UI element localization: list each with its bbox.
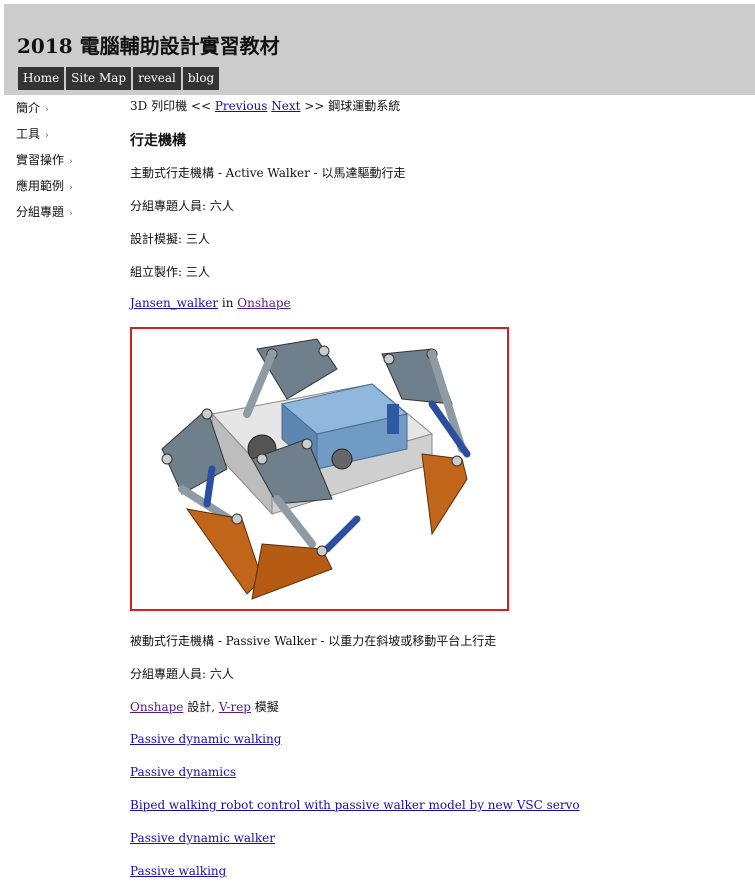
vrep-link[interactable]: V-rep: [219, 700, 251, 714]
sidebar-item-examples[interactable]: 應用範例 ›: [16, 176, 73, 202]
link-passive-dynamics[interactable]: Passive dynamics: [130, 765, 236, 779]
jansen-walker-image: [130, 327, 509, 611]
submenu-arrow-icon: ›: [69, 183, 73, 193]
design-text: 設計模擬: 三人: [130, 232, 210, 246]
breadcrumb: 3D 列印機 << Previous Next >> 鋼球運動系統: [130, 97, 400, 114]
next-link[interactable]: Next: [271, 99, 300, 113]
members-text-2: 分組專題人員: 六人: [130, 667, 234, 681]
onshape-link[interactable]: Onshape: [237, 296, 290, 310]
nav-home-button[interactable]: Home: [18, 67, 65, 90]
sidebar-item-intro[interactable]: 簡介 ›: [16, 98, 73, 124]
in-text: in: [218, 296, 238, 310]
design-label: 設計,: [183, 700, 219, 714]
walker-3d-illustration: [161, 338, 471, 600]
breadcrumb-suffix: >> 鋼球運動系統: [304, 99, 401, 113]
sidebar-menu: 簡介 › 工具 › 實習操作 › 應用範例 › 分組專題 ›: [16, 98, 73, 228]
page-heading: 行走機構: [130, 133, 186, 149]
top-nav: Home Site Map reveal blog: [18, 67, 220, 90]
active-walker-desc: 主動式行走機構 - Active Walker - 以馬達驅動行走: [130, 166, 406, 180]
members-text: 分組專題人員: 六人: [130, 199, 234, 213]
onshape-link-2[interactable]: Onshape: [130, 700, 183, 714]
simulation-label: 模擬: [250, 700, 279, 714]
sidebar-item-projects[interactable]: 分組專題 ›: [16, 202, 73, 228]
sidebar-item-label: 簡介: [16, 101, 41, 115]
jansen-line: Jansen_walker in Onshape: [130, 296, 291, 310]
sidebar-item-label: 工具: [16, 127, 41, 141]
site-title: 2018 電腦輔助設計實習教材: [17, 34, 280, 58]
link-passive-walking[interactable]: Passive walking: [130, 864, 226, 878]
nav-blog-button[interactable]: blog: [182, 67, 220, 90]
previous-link[interactable]: Previous: [215, 99, 268, 113]
nav-sitemap-button[interactable]: Site Map: [66, 67, 132, 90]
sidebar-item-tools[interactable]: 工具 ›: [16, 124, 73, 150]
assembly-text: 組立製作: 三人: [130, 265, 210, 279]
submenu-arrow-icon: ›: [45, 131, 49, 141]
link-passive-dynamic-walking[interactable]: Passive dynamic walking: [130, 732, 281, 746]
breadcrumb-prefix: 3D 列印機 <<: [130, 99, 211, 113]
link-passive-dynamic-walker[interactable]: Passive dynamic walker: [130, 831, 275, 845]
sidebar-item-practice[interactable]: 實習操作 ›: [16, 150, 73, 176]
submenu-arrow-icon: ›: [69, 209, 73, 219]
tools-line: Onshape 設計, V-rep 模擬: [130, 698, 279, 715]
jansen-walker-link[interactable]: Jansen_walker: [130, 296, 218, 310]
header-bar: 2018 電腦輔助設計實習教材 Home Site Map reveal blo…: [4, 4, 755, 95]
sidebar-item-label: 實習操作: [16, 153, 65, 167]
nav-reveal-button[interactable]: reveal: [133, 67, 181, 90]
submenu-arrow-icon: ›: [69, 157, 73, 167]
submenu-arrow-icon: ›: [45, 105, 49, 115]
passive-walker-desc: 被動式行走機構 - Passive Walker - 以重力在斜坡或移動平台上行…: [130, 634, 497, 648]
link-biped-walking-robot[interactable]: Biped walking robot control with passive…: [130, 798, 580, 812]
sidebar-item-label: 應用範例: [16, 179, 65, 193]
sidebar-item-label: 分組專題: [16, 205, 65, 219]
